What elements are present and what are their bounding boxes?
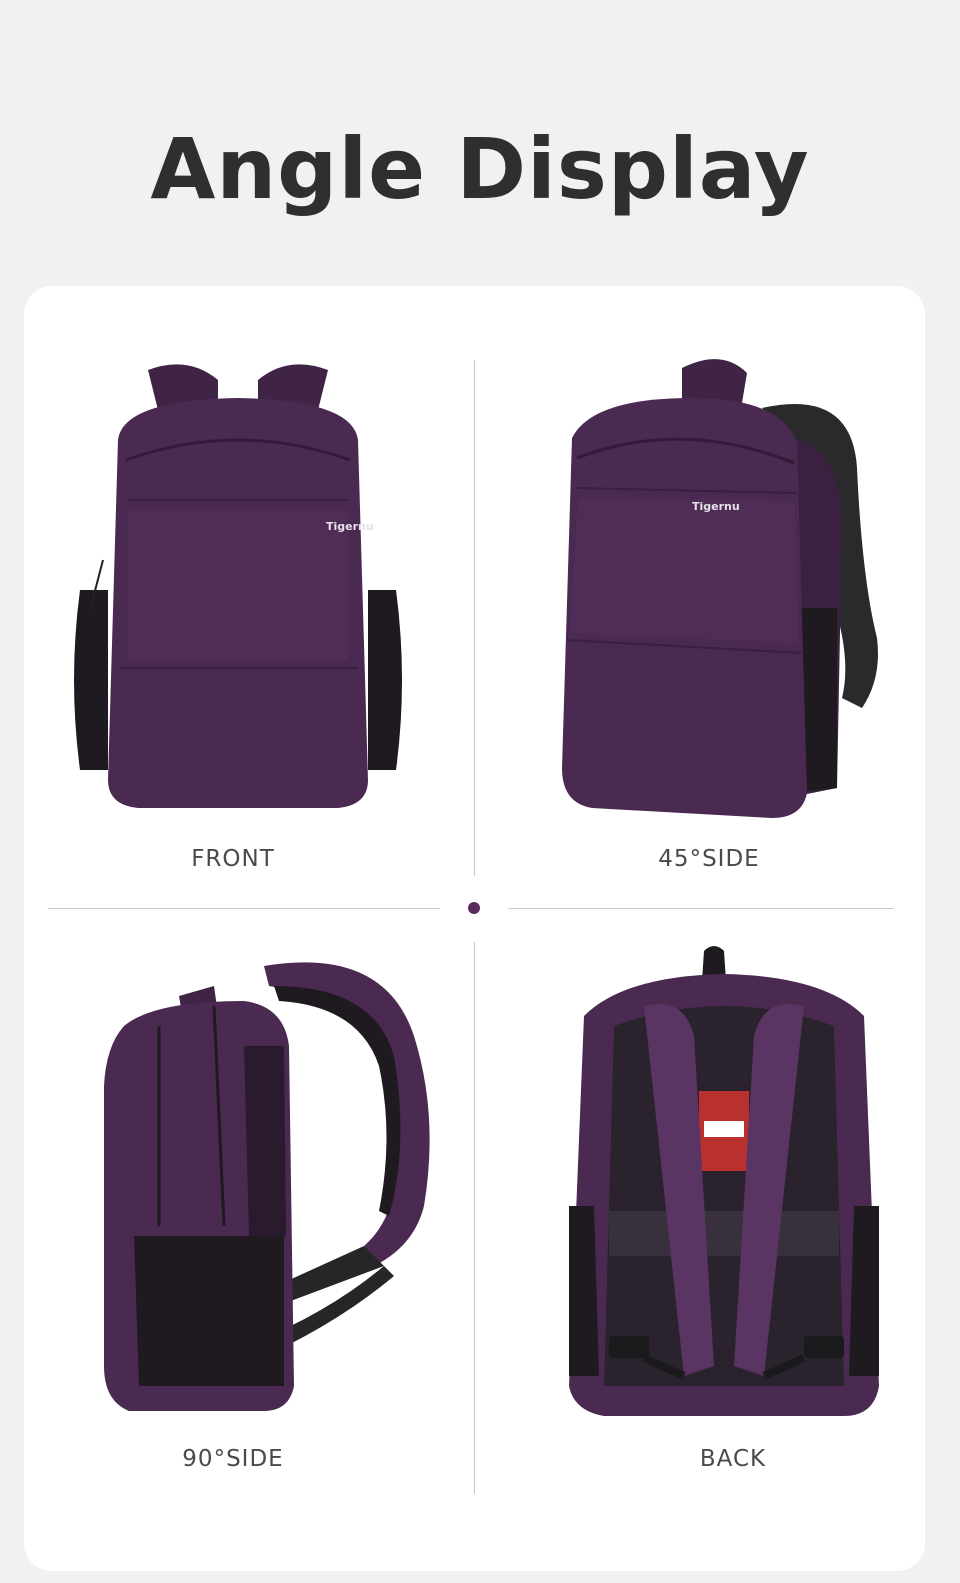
- horizontal-divider-left: [48, 908, 440, 909]
- caption-90-side: 90°SIDE: [182, 1446, 284, 1472]
- page-title: Angle Display: [150, 120, 810, 218]
- angle-display-card: Tigernu FRONT Tigernu 45°SIDE 90°SIDE BA…: [24, 286, 925, 1571]
- brand-logo: Tigernu: [326, 520, 374, 533]
- back-view-image: [544, 946, 904, 1426]
- front-view-image: Tigernu: [68, 350, 408, 820]
- vertical-divider-bottom: [474, 942, 475, 1494]
- caption-front: FRONT: [191, 846, 275, 872]
- side-90-view-image: [94, 946, 464, 1416]
- vertical-divider-top: [474, 360, 475, 876]
- horizontal-divider-right: [508, 908, 894, 909]
- brand-logo-45: Tigernu: [692, 500, 740, 513]
- caption-back: BACK: [699, 1446, 767, 1472]
- side-45-view-image: Tigernu: [532, 348, 912, 818]
- caption-45-side: 45°SIDE: [658, 846, 760, 872]
- center-dot: [468, 902, 480, 914]
